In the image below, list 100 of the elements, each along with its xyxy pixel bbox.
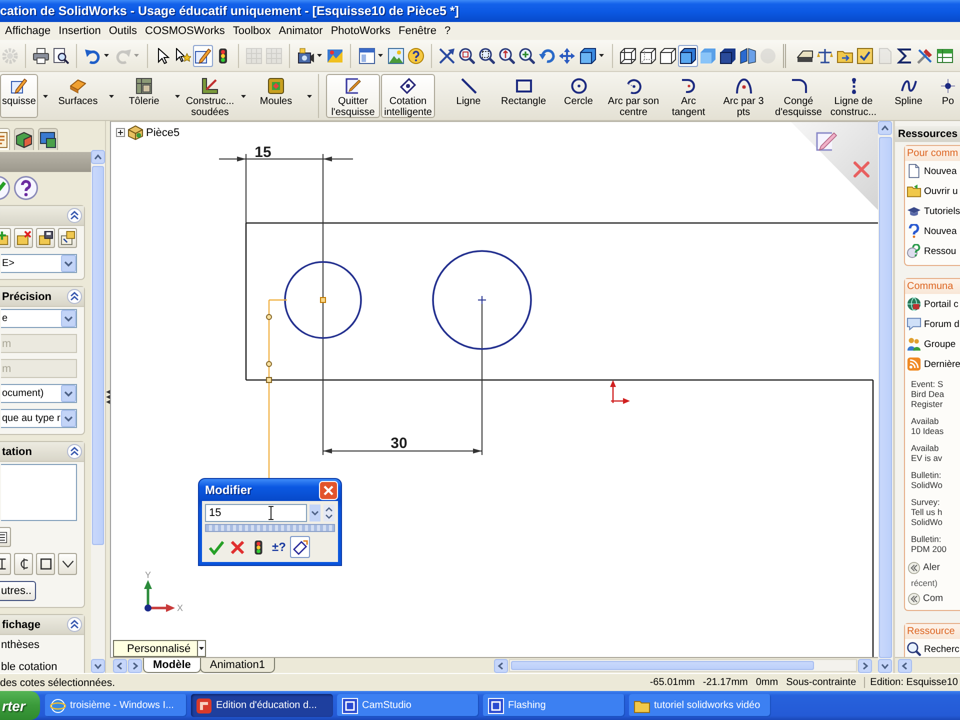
option-label[interactable]: nthèses bbox=[1, 637, 40, 653]
resource-link[interactable]: Ouvrir u bbox=[905, 181, 960, 201]
close-icon[interactable] bbox=[854, 162, 870, 178]
panel-tab[interactable] bbox=[14, 128, 34, 150]
news-item[interactable]: Availab 10 Ideas bbox=[911, 416, 960, 436]
expand-icon[interactable] bbox=[116, 128, 125, 137]
resource-link[interactable]: Dernière bbox=[905, 354, 960, 374]
collapse-icon[interactable] bbox=[67, 289, 82, 304]
model-tab[interactable]: Modèle bbox=[143, 658, 201, 673]
symbol-button[interactable] bbox=[14, 553, 33, 575]
resource-link[interactable]: Nouvea bbox=[905, 161, 960, 181]
dialog-button[interactable] bbox=[290, 536, 310, 558]
menu-item[interactable]: PhotoWorks bbox=[326, 25, 395, 37]
symbol-button[interactable] bbox=[58, 553, 77, 575]
more-link[interactable]: Aler bbox=[905, 560, 960, 575]
command-button[interactable]: Cotation intelligente bbox=[381, 74, 435, 118]
dropdown[interactable]: e bbox=[1, 309, 77, 328]
panel-tab[interactable] bbox=[38, 128, 58, 150]
dialog-button[interactable]: ±? bbox=[269, 536, 289, 558]
option-label[interactable]: ble cotation bbox=[1, 659, 58, 673]
others-button[interactable]: utres.. bbox=[0, 581, 36, 601]
collapse-icon[interactable] bbox=[67, 444, 82, 459]
sketch-pencil-icon[interactable] bbox=[816, 132, 838, 151]
taskbar-button[interactable]: Edition d'éducation d... bbox=[191, 694, 333, 717]
news-item[interactable]: Survey: Tell us h SolidWo bbox=[911, 497, 960, 527]
menu-item[interactable]: Fenêtre bbox=[394, 25, 440, 37]
caret-icon[interactable] bbox=[43, 94, 48, 98]
scroll-right-icon[interactable] bbox=[858, 658, 872, 672]
scroll-up-icon[interactable] bbox=[878, 121, 892, 135]
menu-item[interactable]: ? bbox=[440, 25, 455, 37]
value-field[interactable]: 15 bbox=[205, 504, 307, 522]
resource-link[interactable]: Nouvea bbox=[905, 221, 960, 241]
menu-item[interactable]: Insertion bbox=[54, 25, 105, 37]
resource-link[interactable]: Recherc bbox=[905, 639, 960, 657]
dropdown[interactable]: ocument) bbox=[1, 384, 77, 403]
command-button[interactable]: Spline bbox=[881, 74, 936, 118]
taskbar-button[interactable]: tutoriel solidworks vidéo bbox=[629, 694, 771, 717]
thumbwheel[interactable] bbox=[205, 524, 335, 532]
command-button[interactable]: Rectangle bbox=[496, 74, 551, 118]
scroll-thumb[interactable] bbox=[92, 166, 104, 545]
resource-link[interactable]: Groupe bbox=[905, 334, 960, 354]
collapse-icon[interactable] bbox=[67, 617, 82, 632]
command-button[interactable]: squisse bbox=[0, 74, 38, 118]
caret-icon[interactable] bbox=[307, 94, 312, 98]
command-button[interactable]: Construc... soudées bbox=[184, 74, 236, 118]
toolbar-button[interactable] bbox=[193, 44, 213, 66]
spinner-icon[interactable] bbox=[323, 504, 335, 522]
command-button[interactable]: Surfaces bbox=[52, 74, 104, 118]
news-item[interactable]: Availab EV is av bbox=[911, 443, 960, 463]
news-item[interactable]: Event: S Bird Dea Register bbox=[911, 379, 960, 409]
resource-link[interactable]: Tutoriels bbox=[905, 201, 960, 221]
symbol-button[interactable] bbox=[36, 553, 55, 575]
command-button[interactable]: Quitter l'esquisse bbox=[326, 74, 380, 118]
menu-item[interactable]: Toolbox bbox=[228, 25, 275, 37]
start-button[interactable]: rter bbox=[0, 691, 40, 720]
scroll-down-icon[interactable] bbox=[91, 659, 105, 673]
menu-item[interactable]: Animator bbox=[274, 25, 327, 37]
caret-icon[interactable] bbox=[241, 94, 246, 98]
command-button[interactable]: Cercle bbox=[551, 74, 606, 118]
toolbar-button[interactable] bbox=[678, 44, 698, 66]
caret-icon[interactable] bbox=[109, 94, 114, 98]
more-link[interactable]: Com bbox=[905, 591, 960, 606]
menu-item[interactable]: COSMOSWorks bbox=[141, 25, 229, 37]
dimension-value[interactable]: 30 bbox=[390, 435, 408, 452]
scroll-left-icon[interactable] bbox=[898, 658, 912, 672]
scroll-down-icon[interactable] bbox=[878, 659, 892, 673]
news-item[interactable]: Bulletin: PDM 200 bbox=[911, 534, 960, 554]
scroll-left-icon[interactable] bbox=[494, 658, 508, 672]
caret-icon[interactable] bbox=[175, 94, 180, 98]
resource-link[interactable]: Ressou bbox=[905, 241, 960, 261]
command-button[interactable]: Ligne de construc... bbox=[826, 74, 881, 118]
scroll-left-icon[interactable] bbox=[113, 658, 127, 672]
scroll-up-icon[interactable] bbox=[91, 150, 105, 164]
command-button[interactable]: Arc par 3 pts bbox=[716, 74, 771, 118]
menu-item[interactable]: Affichage bbox=[1, 25, 55, 37]
taskbar-button[interactable]: troisième - Windows I... bbox=[45, 694, 187, 717]
scroll-thumb[interactable] bbox=[511, 661, 814, 670]
tree-item[interactable]: Pièce5 bbox=[146, 126, 180, 138]
scroll-thumb[interactable] bbox=[879, 137, 892, 658]
taskbar-button[interactable]: Flashing bbox=[483, 694, 625, 717]
resource-link[interactable]: Portail c bbox=[905, 294, 960, 314]
collapse-icon[interactable] bbox=[67, 208, 82, 223]
command-button[interactable]: Po bbox=[936, 74, 960, 118]
text-box[interactable] bbox=[1, 464, 77, 521]
command-button[interactable]: Tôlerie bbox=[118, 74, 170, 118]
news-item[interactable]: Bulletin: SolidWo bbox=[911, 470, 960, 490]
display-style-dropdown[interactable]: Personnalisé bbox=[113, 640, 206, 657]
command-button[interactable]: Congé d'esquisse bbox=[771, 74, 826, 118]
dropdown[interactable]: E> bbox=[1, 254, 77, 273]
dropdown[interactable]: que au type r bbox=[1, 409, 77, 428]
menu-item[interactable]: Outils bbox=[104, 25, 141, 37]
command-button[interactable]: Ligne bbox=[441, 74, 496, 118]
model-tab[interactable]: Animation1 bbox=[200, 658, 275, 673]
scroll-right-icon[interactable] bbox=[128, 658, 142, 672]
command-button[interactable]: Arc tangent bbox=[661, 74, 716, 118]
tool-button[interactable] bbox=[36, 228, 55, 248]
dimension-value[interactable]: 15 bbox=[254, 144, 272, 161]
help-icon[interactable] bbox=[14, 176, 38, 200]
resource-link[interactable]: Forum d bbox=[905, 314, 960, 334]
command-button[interactable]: Arc par son centre bbox=[606, 74, 661, 118]
